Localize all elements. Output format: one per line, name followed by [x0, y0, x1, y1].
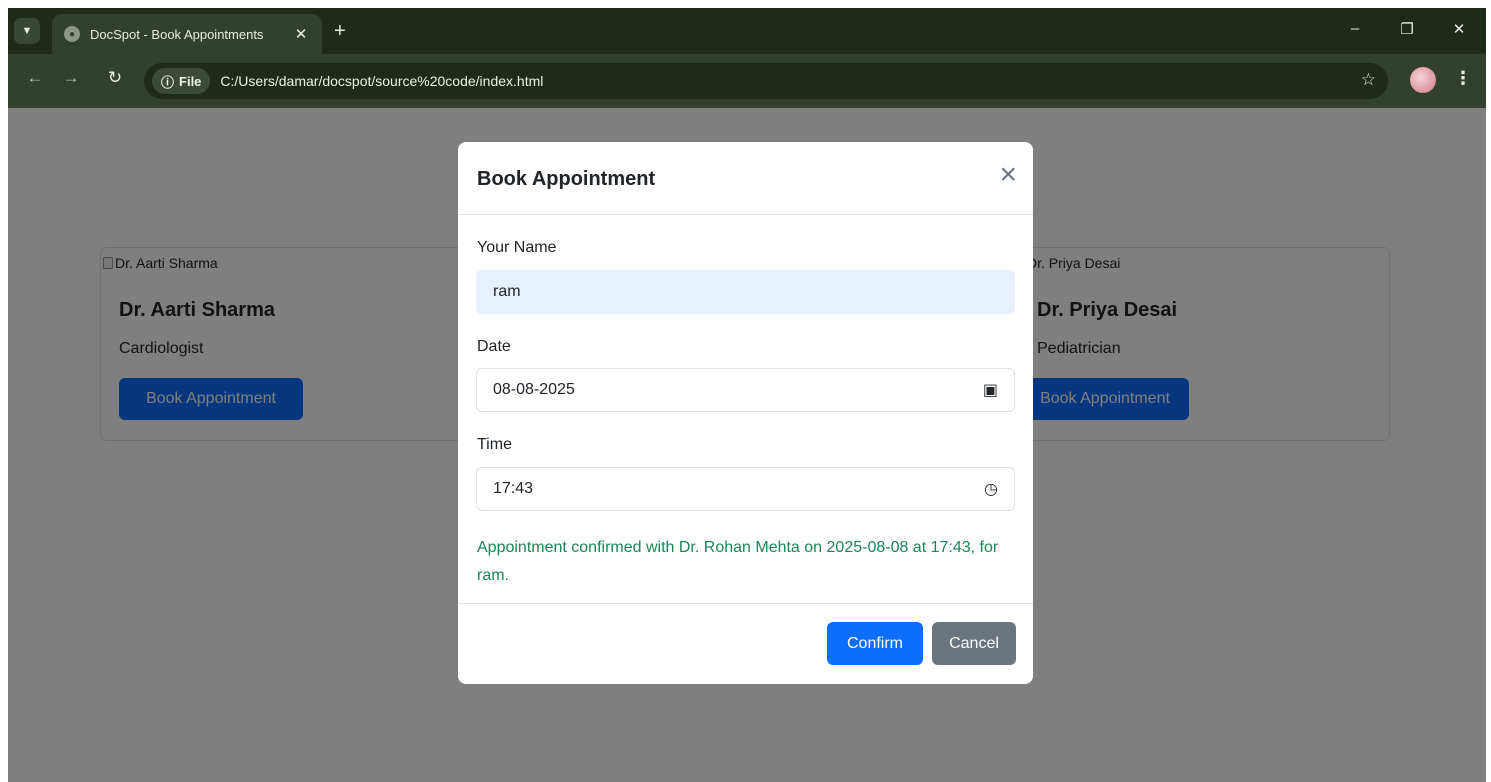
url-text[interactable]: C:/Users/damar/docspot/source%20code/ind… — [220, 73, 543, 89]
modal-title: Book Appointment — [477, 168, 656, 190]
date-input-value: 08-08-2025 — [493, 381, 575, 398]
tab-close-icon[interactable]: ✕ — [292, 25, 310, 43]
calendar-icon[interactable]: ▣ — [983, 380, 998, 400]
date-label: Date — [477, 338, 511, 355]
time-label: Time — [477, 436, 512, 453]
time-input-value: 17:43 — [493, 480, 534, 497]
info-icon: ⓘ — [161, 74, 175, 90]
confirm-button[interactable]: Confirm — [827, 622, 923, 665]
book-appointment-modal: Book Appointment × Your Name ram Date 08… — [458, 142, 1033, 684]
name-input[interactable]: ram — [476, 270, 1015, 314]
clock-icon[interactable]: ◷ — [984, 479, 998, 499]
tab-search-icon[interactable]: ▼ — [14, 18, 40, 44]
close-icon[interactable]: ✕ — [1444, 20, 1474, 38]
browser-window: ▼ ● DocSpot - Book Appointments ✕ + – ❐ … — [8, 8, 1486, 782]
modal-header: Book Appointment × — [458, 142, 1033, 215]
cancel-button[interactable]: Cancel — [932, 622, 1016, 665]
minimize-icon[interactable]: – — [1340, 20, 1370, 37]
modal-footer: Confirm Cancel — [458, 603, 1033, 684]
confirmation-message: Appointment confirmed with Dr. Rohan Meh… — [477, 539, 999, 584]
globe-icon: ● — [64, 26, 80, 42]
star-icon[interactable]: ☆ — [1361, 70, 1376, 90]
restore-icon[interactable]: ❐ — [1392, 20, 1422, 38]
name-input-value: ram — [493, 283, 521, 300]
more-icon[interactable]: ⋮ — [1454, 68, 1472, 89]
time-input[interactable]: 17:43 ◷ — [476, 467, 1015, 511]
forward-icon[interactable]: → — [58, 68, 84, 88]
back-icon[interactable]: ← — [22, 68, 48, 88]
name-label: Your Name — [477, 239, 557, 256]
tab-strip: ▼ ● DocSpot - Book Appointments ✕ + – ❐ … — [8, 8, 1486, 54]
site-chip-label: File — [179, 73, 202, 89]
site-info-chip[interactable]: ⓘ File — [152, 68, 211, 94]
tab-title: DocSpot - Book Appointments — [90, 26, 264, 42]
toolbar: ← → ↻ ⓘ File C:/Users/damar/docspot/sour… — [8, 54, 1486, 108]
address-bar[interactable]: ⓘ File C:/Users/damar/docspot/source%20c… — [144, 63, 1388, 99]
profile-avatar[interactable] — [1410, 67, 1436, 93]
date-input[interactable]: 08-08-2025 ▣ — [476, 368, 1015, 412]
reload-icon[interactable]: ↻ — [102, 68, 128, 88]
active-tab[interactable]: ● DocSpot - Book Appointments ✕ — [52, 14, 322, 54]
new-tab-icon[interactable]: + — [334, 19, 346, 43]
close-icon[interactable]: × — [999, 160, 1017, 190]
